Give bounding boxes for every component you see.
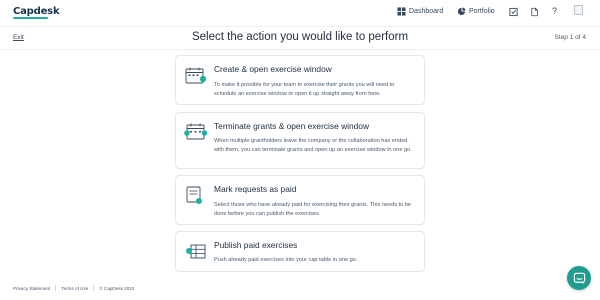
page-title: Select the action you would like to perf… [191,31,409,43]
action-title: Create & open exercise window [214,64,332,74]
avatar[interactable] [574,5,583,15]
top-bar: Capdesk Dashboard Portfolio ? [0,0,600,26]
nav-portfolio-label: Portfolio [469,8,495,15]
step-header: Exit Select the action you would like to… [0,26,600,50]
step-indicator: Step 1 of 4 [554,34,586,41]
dashboard-icon [397,7,406,16]
action-title: Publish paid exercises [214,240,298,250]
footer-divider [55,285,57,291]
footer: Privacy Statement Terms of Use © CapDesk… [13,285,134,291]
action-card-publish-exercises[interactable]: Publish paid exercises Push already paid… [175,231,425,272]
privacy-link[interactable]: Privacy Statement [13,286,50,291]
copyright-text: © CapDesk 2022 [99,285,135,291]
calendar-plus-icon [185,67,207,84]
action-description: Push already paid exercises into your ca… [214,257,358,263]
nav-portfolio[interactable]: Portfolio [457,7,495,16]
action-title: Terminate grants & open exercise window [214,121,370,131]
action-description: When multiple grantholders leave the com… [214,138,412,153]
chat-button[interactable] [567,266,591,290]
logo[interactable]: Capdesk [13,6,60,17]
pie-chart-icon [457,7,466,16]
logo-underline [13,17,48,19]
tasks-icon[interactable] [509,7,518,17]
nav-dashboard[interactable]: Dashboard [397,7,443,16]
calendar-terminate-icon [184,123,208,140]
action-description: Select those who have already paid for e… [214,202,412,217]
action-card-create-exercise-window[interactable]: Create & open exercise window To make it… [175,55,425,105]
chat-icon [573,272,585,284]
nav-dashboard-label: Dashboard [409,8,444,15]
cap-table-icon [186,244,206,259]
footer-divider [93,285,95,291]
action-card-mark-paid[interactable]: Mark requests as paid Select those who h… [175,175,425,225]
terms-link[interactable]: Terms of Use [61,286,88,291]
paid-request-icon [186,186,202,204]
action-description: To make it possible for your team to exe… [214,82,395,97]
document-icon[interactable] [530,7,539,17]
action-card-terminate-grants[interactable]: Terminate grants & open exercise window … [175,112,425,169]
help-icon[interactable]: ? [552,6,557,16]
action-title: Mark requests as paid [214,184,297,194]
